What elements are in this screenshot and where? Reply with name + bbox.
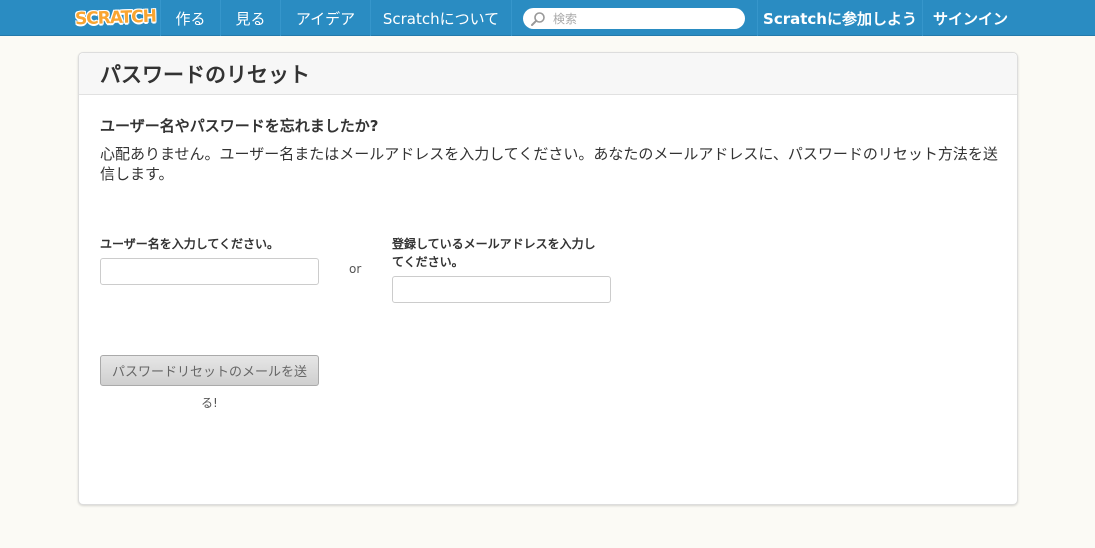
nav-explore-link[interactable]: 見る xyxy=(220,0,280,36)
send-reset-email-button-overflow-text: る! xyxy=(201,396,218,410)
join-scratch-link[interactable]: Scratchに参加しよう xyxy=(757,0,923,36)
nav-ideas-link[interactable]: アイデア xyxy=(280,0,370,36)
search-icon[interactable] xyxy=(527,8,549,29)
search-box[interactable] xyxy=(523,8,745,29)
scratch-logo-text: SCRATCH xyxy=(74,6,156,30)
nav-about-link[interactable]: Scratchについて xyxy=(370,0,512,36)
scratch-logo[interactable]: SCRATCH xyxy=(74,6,156,30)
email-input[interactable] xyxy=(392,276,611,303)
email-label: 登録しているメールアドレスを入力してください。 xyxy=(392,237,596,269)
password-reset-panel: パスワードのリセット ユーザー名やパスワードを忘れましたか? 心配ありません。ユ… xyxy=(78,52,1018,505)
search-input[interactable] xyxy=(553,9,733,28)
nav-make-link[interactable]: 作る xyxy=(160,0,220,36)
top-navigation-bar: SCRATCH 作る 見る アイデア Scratchについて Scratchに参… xyxy=(0,0,1095,36)
reset-description: 心配ありません。ユーザー名またはメールアドレスを入力してください。あなたのメール… xyxy=(100,145,998,183)
panel-header: パスワードのリセット xyxy=(79,53,1017,95)
or-separator: or xyxy=(349,262,362,276)
username-input[interactable] xyxy=(100,258,319,285)
page-title: パスワードのリセット xyxy=(100,62,310,87)
send-reset-email-button-label: パスワードリセットのメールを送 xyxy=(111,365,307,380)
send-reset-email-button[interactable]: パスワードリセットのメールを送 xyxy=(100,355,319,386)
sign-in-link[interactable]: サインイン xyxy=(923,0,1018,36)
forgot-question-heading: ユーザー名やパスワードを忘れましたか? xyxy=(100,117,379,135)
username-label: ユーザー名を入力してください。 xyxy=(100,237,280,251)
